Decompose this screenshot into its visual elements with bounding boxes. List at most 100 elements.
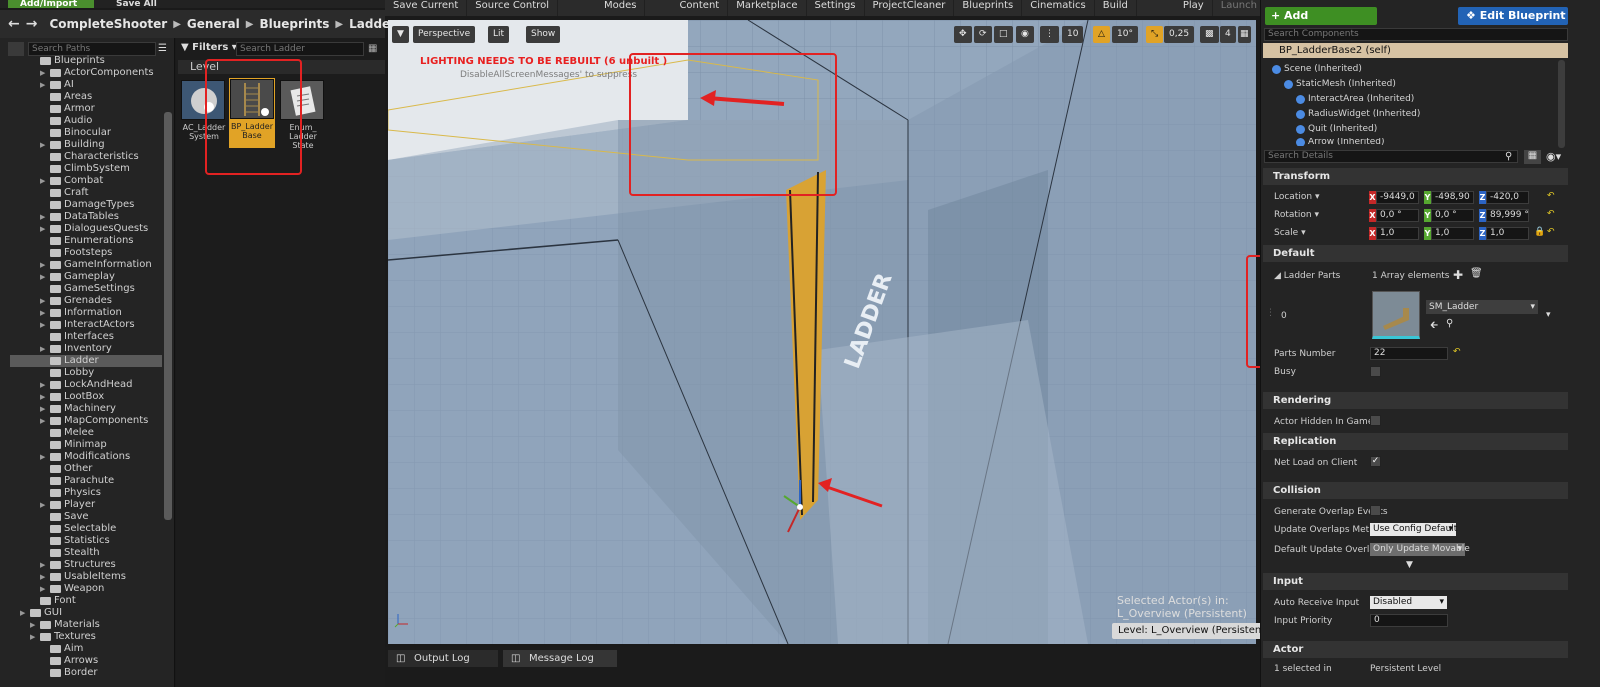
tree-item-binocular[interactable]: Binocular	[40, 127, 111, 139]
reset-location-icon[interactable]: ↶	[1547, 191, 1555, 201]
breadcrumb-0[interactable]: CompleteShooter	[49, 17, 167, 31]
category-collision[interactable]: Collision	[1263, 482, 1568, 499]
add-component-button[interactable]: + Add Component ▾	[1265, 7, 1377, 40]
tree-item-information[interactable]: ▶ Information	[40, 307, 122, 319]
category-transform[interactable]: Transform	[1263, 168, 1568, 185]
expand-arrow-icon[interactable]: ▶	[40, 295, 47, 307]
current-level-badge[interactable]: Level: L_Overview (Persistent)	[1112, 623, 1276, 639]
component-scene[interactable]: Scene (Inherited)	[1272, 63, 1362, 76]
tree-item-save[interactable]: Save	[40, 511, 89, 523]
actor-hidden-checkbox[interactable]	[1370, 415, 1381, 426]
browse-search-icon[interactable]: ⚲	[1446, 318, 1453, 329]
expand-arrow-icon[interactable]: ▶	[40, 271, 47, 283]
tree-item-usableitems[interactable]: ▶ UsableItems	[40, 571, 126, 583]
tree-item-areas[interactable]: Areas	[40, 91, 92, 103]
tree-item-statistics[interactable]: Statistics	[40, 535, 110, 547]
tree-item-stealth[interactable]: Stealth	[40, 547, 100, 559]
rotation-y-field[interactable]: 0,0 °	[1431, 209, 1474, 222]
tree-options-icon[interactable]: ☰	[158, 43, 170, 55]
tree-item-grenades[interactable]: ▶ Grenades	[40, 295, 112, 307]
toolbar-blueprints[interactable]: Blueprints	[954, 0, 1023, 16]
tree-item-arrows[interactable]: Arrows	[40, 655, 98, 667]
toolbar-build[interactable]: Build	[1095, 0, 1137, 16]
rotation-x-field[interactable]: 0,0 °	[1376, 209, 1419, 222]
tree-item-combat[interactable]: ▶ Combat	[40, 175, 103, 187]
auto-receive-input-dropdown[interactable]: Disabled ▾	[1370, 596, 1447, 609]
scale-y-field[interactable]: 1,0	[1431, 227, 1474, 240]
expand-arrow-icon[interactable]: ▶	[30, 619, 37, 631]
tree-item-selectable[interactable]: Selectable	[40, 523, 116, 535]
generate-overlap-checkbox[interactable]	[1370, 505, 1381, 516]
tree-item-textures[interactable]: ▶ Textures	[30, 631, 96, 643]
edit-blueprint-button[interactable]: ❖ Edit Blueprint ▾	[1458, 7, 1568, 40]
viewport-options-icon[interactable]: ▼	[392, 26, 409, 43]
expand-arrow-icon[interactable]: ▶	[40, 211, 47, 223]
breadcrumb-2[interactable]: Blueprints	[259, 17, 329, 31]
add-import-button[interactable]: Add/Import	[8, 0, 94, 8]
expand-arrow-icon[interactable]: ▶	[40, 559, 47, 571]
tree-item-melee[interactable]: Melee	[40, 427, 94, 439]
forward-icon[interactable]: →	[26, 16, 38, 32]
tree-item-other[interactable]: Other	[40, 463, 92, 475]
ladder-parts-label[interactable]: ◢ Ladder Parts	[1274, 270, 1340, 282]
tree-item-climbsystem[interactable]: ClimbSystem	[40, 163, 130, 175]
toolbar-play[interactable]: Play	[1137, 0, 1213, 16]
save-all-button[interactable]: Save All	[116, 0, 176, 8]
input-priority-field[interactable]: 0	[1370, 614, 1448, 627]
tree-item-lobby[interactable]: Lobby	[40, 367, 94, 379]
tree-item-craft[interactable]: Craft	[40, 187, 89, 199]
location-label[interactable]: Location ▾	[1274, 191, 1319, 203]
expand-arrow-icon[interactable]: ▶	[40, 79, 47, 91]
component-scrollbar[interactable]	[1558, 60, 1565, 148]
mesh-thumbnail[interactable]	[1372, 291, 1420, 339]
tree-item-aim[interactable]: Aim	[40, 643, 83, 655]
tree-item-structures[interactable]: ▶ Structures	[40, 559, 116, 571]
tab-output-log[interactable]: ◫ Output Log	[388, 650, 498, 667]
net-load-checkbox[interactable]: ✓	[1370, 456, 1381, 467]
property-matrix-icon[interactable]: ▦	[1524, 150, 1541, 164]
toolbar-settings[interactable]: Settings	[807, 0, 865, 16]
tree-item-actorcomponents[interactable]: ▶ ActorComponents	[40, 67, 154, 79]
expand-arrow-icon[interactable]: ▶	[40, 499, 47, 511]
lit-button[interactable]: Lit	[488, 26, 510, 43]
tree-scrollbar[interactable]	[164, 112, 172, 520]
tree-item-machinery[interactable]: ▶ Machinery	[40, 403, 116, 415]
delete-array-icon[interactable]: 🗑	[1470, 268, 1483, 279]
expand-arrow-icon[interactable]: ▶	[40, 259, 47, 271]
rotation-label[interactable]: Rotation ▾	[1274, 209, 1319, 221]
breadcrumb-1[interactable]: General	[187, 17, 240, 31]
camera-speed-icon[interactable]: ▩	[1200, 26, 1219, 43]
lock-scale-icon[interactable]: 🔒	[1534, 227, 1545, 237]
view-options-eye-icon[interactable]: ◉▾	[1546, 150, 1561, 163]
tree-item-enumerations[interactable]: Enumerations	[40, 235, 134, 247]
add-element-icon[interactable]: ✚	[1453, 268, 1463, 282]
use-selected-arrow-icon[interactable]: 🡰	[1430, 318, 1438, 335]
expand-arrow-icon[interactable]: ▶	[40, 175, 47, 187]
search-ladder-input[interactable]: Search Ladder	[236, 42, 364, 56]
search-components-input[interactable]: Search Components	[1264, 28, 1568, 41]
expand-arrow-icon[interactable]: ▶	[40, 319, 47, 331]
expand-arrow-icon[interactable]: ▶	[40, 223, 47, 235]
expand-arrow-icon[interactable]: ▶	[40, 67, 47, 79]
maximize-viewport-icon[interactable]: ▦	[1238, 26, 1251, 43]
component-radiuswidget[interactable]: RadiusWidget (Inherited)	[1296, 108, 1420, 121]
update-overlaps-dropdown[interactable]: Use Config Default ▾	[1370, 523, 1457, 536]
save-search-icon[interactable]: ▦	[368, 43, 377, 54]
expand-arrow-icon[interactable]: ▶	[40, 583, 47, 595]
toolbar-content[interactable]: Content	[645, 0, 729, 16]
tree-item-lockandhead[interactable]: ▶ LockAndHead	[40, 379, 132, 391]
rotation-snap-icon[interactable]: △	[1093, 26, 1110, 43]
tree-item-datatables[interactable]: ▶ DataTables	[40, 211, 119, 223]
tree-item-mapcomponents[interactable]: ▶ MapComponents	[40, 415, 148, 427]
location-z-field[interactable]: -420,0	[1486, 191, 1529, 204]
scale-snap-icon[interactable]: ⤡	[1146, 26, 1164, 43]
filters-button[interactable]: ▼ Filters ▾	[181, 42, 237, 53]
tree-item-ai[interactable]: ▶ AI	[40, 79, 74, 91]
tree-item-armor[interactable]: Armor	[40, 103, 95, 115]
tree-item-lootbox[interactable]: ▶ LootBox	[40, 391, 104, 403]
location-y-field[interactable]: -498,90	[1431, 191, 1474, 204]
scale-z-field[interactable]: 1,0	[1486, 227, 1529, 240]
tree-item-gamesettings[interactable]: GameSettings	[40, 283, 135, 295]
expand-arrow-icon[interactable]: ▶	[40, 415, 47, 427]
tree-item-building[interactable]: ▶ Building	[40, 139, 105, 151]
